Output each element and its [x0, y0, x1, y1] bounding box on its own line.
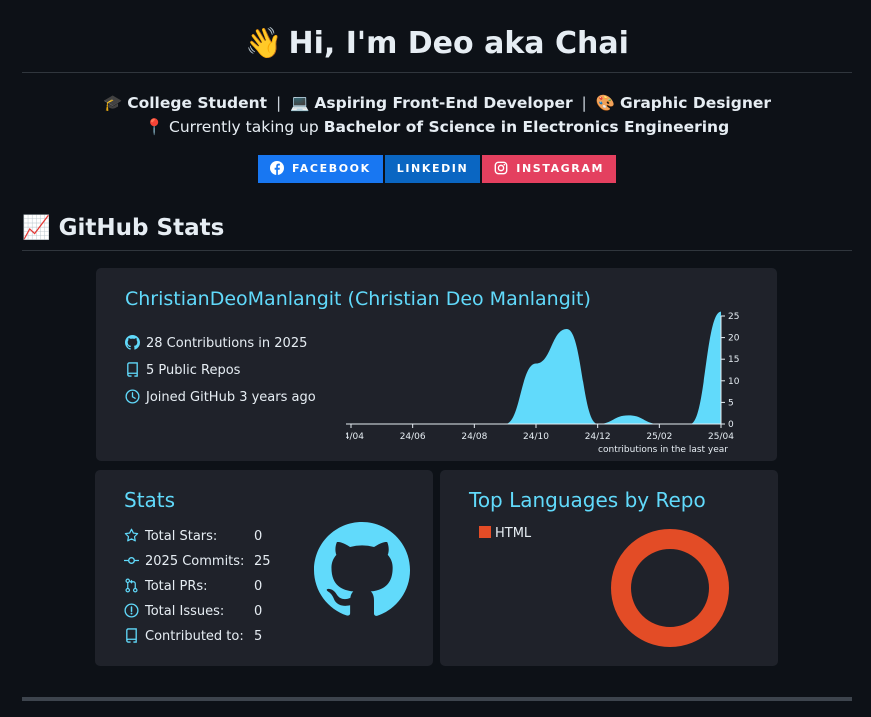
title-text: Hi, I'm Deo aka Chai [288, 26, 629, 61]
legend-label: HTML [495, 526, 532, 541]
facebook-icon [269, 161, 284, 175]
course-prefix: 📍 Currently taking up [144, 118, 324, 136]
joined-row: Joined GitHub 3 years ago [125, 389, 316, 407]
stat-label: Total Issues: [145, 604, 225, 619]
repo-icon [127, 362, 138, 377]
instagram-icon [494, 161, 508, 175]
role-designer: Graphic Designer [619, 94, 772, 112]
github-logo-icon [314, 522, 410, 616]
stat-row-commits: 2025 Commits: 25 [124, 553, 304, 571]
contributions-text: 28 Contributions in 2025 [146, 336, 308, 351]
intro: 🎓 College Student | 💻 Aspiring Front-End… [22, 91, 852, 139]
role-student: College Student [127, 94, 268, 112]
intro-line-1: 🎓 College Student | 💻 Aspiring Front-End… [22, 91, 852, 115]
stat-label: Contributed to: [145, 629, 244, 644]
x-tick-label: 24/12 [585, 432, 611, 442]
stat-label: 2025 Commits: [145, 554, 245, 569]
course-name: Bachelor of Science in Electronics Engin… [323, 118, 730, 136]
page-title: 👋 Hi, I'm Deo aka Chai [22, 0, 852, 73]
contributions-area [351, 311, 721, 424]
separator: | [581, 94, 587, 112]
repo-icon [126, 628, 137, 643]
joined-text: Joined GitHub 3 years ago [146, 390, 316, 405]
emoji-palette: 🎨 [595, 94, 616, 112]
x-tick-label: 24/04 [346, 432, 364, 442]
stat-row-prs: Total PRs: 0 [124, 578, 304, 596]
y-tick-label: 25 [728, 312, 739, 322]
repos-row: 5 Public Repos [125, 362, 240, 380]
language-legend: HTML [479, 526, 531, 541]
instagram-badge[interactable]: INSTAGRAM [482, 155, 617, 183]
stat-value: 0 [254, 529, 263, 544]
wave-emoji: 👋 [245, 26, 283, 61]
intro-line-2: 📍 Currently taking up Bachelor of Scienc… [22, 115, 852, 139]
stat-label: Total PRs: [145, 579, 208, 594]
profile-card[interactable]: ChristianDeoManlangit (Christian Deo Man… [96, 268, 777, 461]
star-icon [124, 528, 139, 542]
legend-swatch [479, 526, 491, 538]
chart-emoji: 📈 [22, 215, 51, 241]
x-tick-label: 25/02 [646, 432, 672, 442]
section-title-text: GitHub Stats [58, 215, 225, 241]
stat-value: 0 [254, 604, 263, 619]
contributions-row: 28 Contributions in 2025 [125, 335, 307, 353]
x-tick-label: 25/04 [708, 432, 734, 442]
x-tick-label: 24/08 [461, 432, 487, 442]
stats-title: Stats [124, 488, 176, 512]
separator: | [275, 94, 282, 112]
donut-slice-html [611, 529, 729, 647]
pull-request-icon [125, 578, 138, 593]
linkedin-label: LINKEDIN [396, 162, 469, 175]
facebook-label: FACEBOOK [291, 162, 371, 175]
clock-icon [125, 389, 140, 404]
stat-value: 25 [254, 554, 271, 569]
contributions-chart: 24/04 24/06 24/08 24/10 24/12 25/02 25/04 0 5 10 1… [346, 311, 740, 455]
stat-value: 0 [254, 579, 263, 594]
x-tick-label: 24/06 [400, 432, 426, 442]
repos-text: 5 Public Repos [146, 363, 241, 378]
y-tick-label: 15 [728, 355, 739, 365]
profile-title: ChristianDeoManlangit (Christian Deo Man… [125, 288, 591, 310]
y-tick-label: 20 [728, 334, 740, 344]
social-badges: FACEBOOK LINKEDIN INSTAGRAM [22, 155, 852, 187]
stat-label: Total Stars: [145, 529, 218, 544]
facebook-badge[interactable]: FACEBOOK [257, 155, 383, 183]
y-tick-label: 10 [728, 377, 740, 387]
stat-row-stars: Total Stars: 0 [124, 528, 304, 546]
languages-card[interactable]: Top Languages by Repo HTML [440, 470, 778, 666]
emoji-grad: 🎓 [102, 94, 123, 112]
languages-donut [611, 529, 729, 647]
chart-caption: contributions in the last year [598, 445, 728, 455]
instagram-label: INSTAGRAM [516, 162, 605, 175]
role-frontend: Aspiring Front-End Developer [314, 94, 573, 112]
stat-row-contributed: Contributed to: 5 [124, 628, 304, 646]
github-icon [125, 335, 141, 350]
stats-card[interactable]: Stats Total Stars: 0 2025 Commits: 25 Tota… [95, 470, 433, 666]
stat-row-issues: Total Issues: 0 [124, 603, 304, 621]
y-tick-label: 5 [728, 398, 734, 408]
bottom-divider [22, 697, 852, 701]
section-title: 📈 GitHub Stats [22, 210, 852, 251]
issue-icon [124, 603, 139, 618]
y-tick-label: 0 [728, 420, 734, 430]
emoji-laptop: 💻 [290, 94, 310, 112]
stat-value: 5 [254, 629, 263, 644]
x-tick-label: 24/10 [523, 432, 549, 442]
commit-icon [124, 557, 139, 564]
linkedin-badge[interactable]: LINKEDIN [384, 155, 481, 183]
languages-title: Top Languages by Repo [469, 488, 706, 512]
